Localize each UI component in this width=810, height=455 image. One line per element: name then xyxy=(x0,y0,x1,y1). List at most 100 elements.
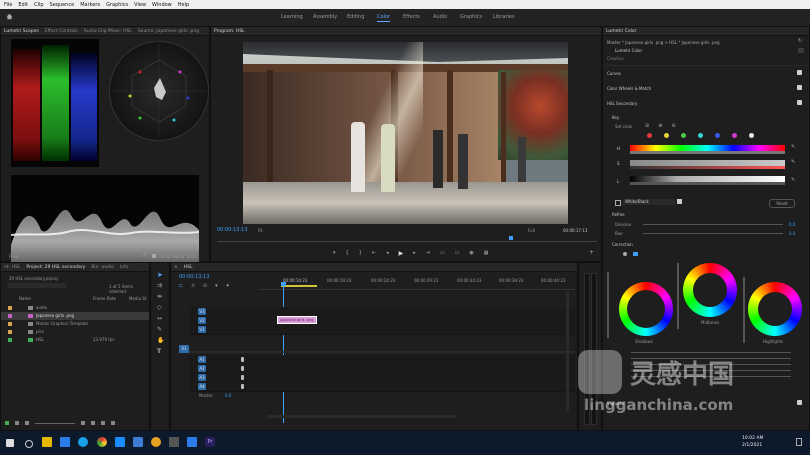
project-item-pics[interactable]: pics xyxy=(1,328,149,336)
windows-start-icon[interactable] xyxy=(6,439,14,447)
luminance-eyedropper-icon[interactable]: ✎ xyxy=(791,177,795,183)
tab-project[interactable]: Project: 29 HSL secondary xyxy=(26,265,85,270)
tab-info[interactable]: Info xyxy=(120,265,129,270)
type-tool-icon[interactable]: T xyxy=(157,348,161,355)
highlights-slider[interactable] xyxy=(743,277,745,343)
tab-bin-audio[interactable]: Bin: audio xyxy=(91,265,114,270)
list-view-icon[interactable] xyxy=(15,421,19,425)
source-patch-v1[interactable]: V1 xyxy=(179,345,189,353)
blur-value[interactable]: 0.0 xyxy=(789,231,795,236)
premiere-pro-icon[interactable]: Pr xyxy=(205,437,215,447)
taskbar-time[interactable]: 10:02 AM xyxy=(742,436,763,441)
microphone-icon[interactable] xyxy=(241,357,244,362)
go-to-in-icon[interactable]: ⇤ xyxy=(372,250,376,256)
track-target-v2[interactable]: V2 xyxy=(198,317,206,324)
go-to-out-icon[interactable]: ⇥ xyxy=(426,250,430,256)
new-bin-icon[interactable] xyxy=(91,421,95,425)
store-icon[interactable] xyxy=(60,437,70,447)
swatch-white[interactable] xyxy=(749,133,754,138)
taskbar-date[interactable]: 2/1/2021 xyxy=(742,443,762,448)
program-resolution-select[interactable]: Full xyxy=(528,228,535,233)
file-explorer-icon[interactable] xyxy=(42,437,52,447)
timeline-playhead-timecode[interactable]: 00:00:13:13 xyxy=(179,274,210,280)
menu-sequence[interactable]: Sequence xyxy=(49,2,76,8)
menu-markers[interactable]: Markers xyxy=(79,2,101,8)
reset-button[interactable]: Reset xyxy=(769,199,795,208)
step-forward-icon[interactable]: ▸ xyxy=(413,250,416,256)
chrome-icon[interactable] xyxy=(97,437,107,447)
microphone-icon[interactable] xyxy=(241,375,244,380)
shadows-color-wheel[interactable] xyxy=(619,282,673,336)
program-monitor-title[interactable]: Program: HSL xyxy=(214,29,245,34)
step-back-icon[interactable]: ◂ xyxy=(386,250,389,256)
swatch-cyan[interactable] xyxy=(698,133,703,138)
timeline-clip-japanese-girls[interactable]: Japanese girls .png xyxy=(277,316,317,324)
lumetri-panel-title[interactable]: Lumetri Color xyxy=(606,29,636,34)
tab-effect-controls[interactable]: Effect Controls xyxy=(45,29,78,34)
program-playhead[interactable] xyxy=(509,236,513,240)
pencil-icon[interactable] xyxy=(5,421,9,425)
show-mask-checkbox[interactable] xyxy=(615,200,621,206)
shadows-slider[interactable] xyxy=(607,272,609,338)
track-target-v3[interactable]: V3 xyxy=(198,308,206,315)
audio-track-a4[interactable]: A4 xyxy=(189,382,575,392)
add-button-icon[interactable]: + xyxy=(589,249,594,256)
blur-slider[interactable] xyxy=(643,233,783,234)
swatch-yellow[interactable] xyxy=(664,133,669,138)
tab-sequence-hsl[interactable]: nt: HSL xyxy=(4,265,20,270)
eyedropper-subtract-icon[interactable]: ⊖ xyxy=(671,123,675,129)
section-creative[interactable]: Creative xyxy=(607,56,624,61)
fx-badge[interactable] xyxy=(798,48,804,53)
highlights-color-wheel[interactable] xyxy=(748,282,802,336)
project-item-motion-graphics[interactable]: Motion Graphics Template xyxy=(1,320,149,328)
bit-depth-select[interactable]: 8 Bit xyxy=(187,254,196,259)
hue-range-track[interactable] xyxy=(630,151,785,154)
three-way-wheels-icon[interactable] xyxy=(633,252,638,256)
timeline-horizontal-scrollbar[interactable] xyxy=(267,415,457,418)
work-area-bar[interactable] xyxy=(281,285,317,287)
project-item-audio[interactable]: audio xyxy=(1,304,149,312)
hue-eyedropper-icon[interactable]: ✎ xyxy=(791,144,795,150)
search-app-icon[interactable] xyxy=(151,437,161,447)
linked-selection-icon[interactable]: ⊙ xyxy=(203,283,207,289)
app-icon[interactable] xyxy=(187,437,197,447)
track-target-a3[interactable]: A3 xyxy=(198,374,206,381)
menu-window[interactable]: Window xyxy=(151,2,173,8)
reset-effect-icon[interactable]: ↻ xyxy=(798,38,804,44)
slip-tool-icon[interactable]: ↔ xyxy=(157,315,162,322)
workspace-tab-effects[interactable]: Effects xyxy=(403,14,420,20)
subsection-key[interactable]: Key xyxy=(612,115,619,120)
app-icon[interactable] xyxy=(133,437,143,447)
close-icon[interactable]: × xyxy=(174,265,178,270)
track-select-tool-icon[interactable]: ⇉ xyxy=(157,282,162,289)
mark-in-icon[interactable]: { xyxy=(346,250,349,256)
extract-icon[interactable]: ▭ xyxy=(455,250,460,256)
workspace-tab-audio[interactable]: Audio xyxy=(433,14,447,20)
hand-tool-icon[interactable]: ✋ xyxy=(157,337,164,344)
program-video-frame[interactable] xyxy=(243,42,568,224)
track-target-a4[interactable]: A4 xyxy=(198,383,206,390)
eyedropper-icon[interactable]: ⊘ xyxy=(645,123,649,129)
home-icon[interactable] xyxy=(6,13,13,20)
tab-audio-clip-mixer[interactable]: Audio Clip Mixer: HSL xyxy=(84,29,132,34)
luminance-range-track[interactable] xyxy=(630,182,785,185)
project-search-input[interactable] xyxy=(7,283,67,288)
microphone-icon[interactable] xyxy=(241,384,244,389)
menu-edit[interactable]: Edit xyxy=(17,2,29,8)
project-item-hsl[interactable]: HSL 23.976 fps xyxy=(1,336,149,344)
export-frame-icon[interactable]: ◉ xyxy=(469,250,473,256)
sort-icon[interactable] xyxy=(81,421,85,425)
swatch-blue[interactable] xyxy=(715,133,720,138)
lift-icon[interactable]: ▭ xyxy=(440,250,445,256)
pen-tool-icon[interactable]: ✎ xyxy=(157,326,162,333)
swatch-magenta[interactable] xyxy=(732,133,737,138)
color-wheels-enable-checkbox[interactable] xyxy=(797,85,802,90)
tab-lumetri-scopes[interactable]: Lumetri Scopes xyxy=(4,29,39,34)
menu-view[interactable]: View xyxy=(133,2,147,8)
section-color-wheels[interactable]: Color Wheels & Match xyxy=(607,86,651,91)
denoise-value[interactable]: 0.0 xyxy=(789,222,795,227)
selection-tool-icon[interactable]: ➤ xyxy=(157,271,163,279)
playhead-handle[interactable] xyxy=(281,282,286,286)
menu-help[interactable]: Help xyxy=(177,2,190,8)
tab-source[interactable]: Source: Japanese girls .png xyxy=(138,29,199,34)
